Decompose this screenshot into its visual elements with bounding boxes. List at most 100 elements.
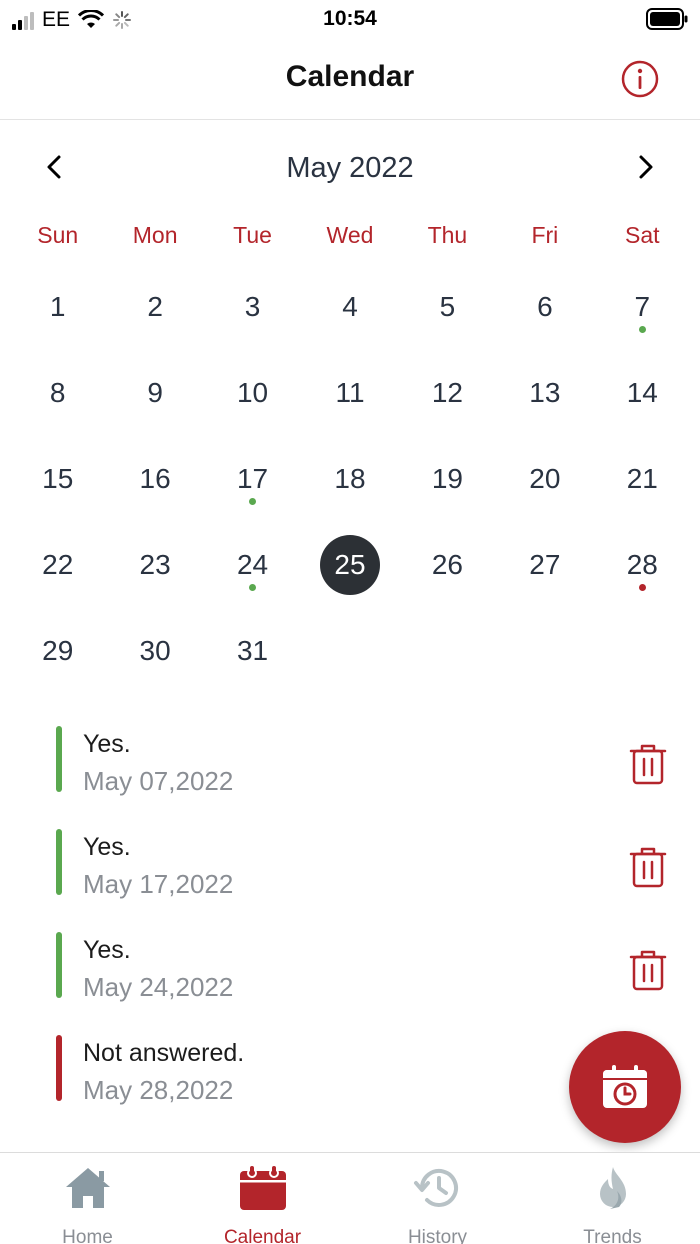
day-number: 24 [236,549,269,580]
calendar-day[interactable]: 3 [204,264,301,350]
entry-title: Yes. [83,833,131,861]
trash-icon[interactable] [628,948,668,992]
info-icon[interactable] [621,60,659,98]
entry-marker-dot [249,498,257,505]
calendar-day[interactable]: 12 [399,350,496,436]
day-number: 5 [439,291,456,322]
weekday-label: Fri [531,222,559,248]
day-number: 11 [335,377,365,408]
entry-marker-dot [638,584,646,591]
calendar-day-selected[interactable]: 25 [301,522,398,608]
day-number: 10 [236,377,269,408]
weekday-label: Sun [37,222,79,248]
calendar-day-grid: 1 2 3 4 5 6 7 8 9 10 11 12 13 14 15 16 17 18 19 20 21 22 23 24 2… [9,264,691,694]
calendar-day[interactable]: 8 [9,350,106,436]
calendar-day[interactable]: 4 [301,264,398,350]
page-title: Calendar [285,60,415,93]
trash-icon[interactable] [628,845,668,889]
entry-title: Not answered. [83,1039,245,1067]
calendar-day[interactable]: 10 [204,350,301,436]
entry-item[interactable]: Yes. May 24,2022 [0,930,700,1033]
entry-status-bar [56,726,62,792]
weekday-header: Sun Mon Tue Wed Thu Fri Sat [9,222,691,249]
calendar-day[interactable]: 9 [106,350,203,436]
calendar-day[interactable]: 17 [204,436,301,522]
calendar-day[interactable]: 7 [594,264,691,350]
calendar-day[interactable]: 16 [106,436,203,522]
day-number: 30 [139,635,171,666]
tab-label: Trends [583,1227,642,1244]
status-bar: EE 10:54 [0,0,700,40]
tab-label: History [407,1227,468,1244]
entry-item[interactable]: Yes. May 07,2022 [0,724,700,827]
tab-home[interactable]: Home [0,1153,175,1244]
day-number: 13 [529,377,561,408]
calendar-day[interactable]: 29 [9,608,106,694]
calendar-day[interactable]: 27 [496,522,593,608]
day-number: 26 [431,549,463,580]
calendar-day[interactable]: 30 [106,608,203,694]
entry-title: Yes. [83,936,131,964]
calendar-day[interactable]: 21 [594,436,691,522]
chevron-right-icon[interactable] [628,150,662,184]
calendar-day[interactable]: 11 [301,350,398,436]
calendar-day[interactable]: 28 [594,522,691,608]
calendar-day[interactable]: 24 [204,522,301,608]
entry-date: May 17,2022 [83,869,234,899]
calendar-day[interactable]: 13 [496,350,593,436]
tab-trends[interactable]: Trends [525,1153,700,1244]
calendar-day[interactable]: 19 [399,436,496,522]
day-number: 27 [529,549,561,580]
day-number: 1 [49,291,66,322]
add-entry-fab[interactable] [569,1031,681,1143]
day-number: 19 [431,463,463,494]
entry-status-bar [56,932,62,998]
home-icon [65,1168,110,1208]
calendar-day[interactable]: 15 [9,436,106,522]
entry-title: Yes. [83,730,131,758]
calendar-day[interactable]: 26 [399,522,496,608]
day-number: 12 [431,377,463,408]
entry-marker-dot [249,584,257,591]
month-label: May 2022 [286,152,414,184]
tab-history[interactable]: History [350,1153,525,1244]
weekday-label: Mon [132,222,178,248]
day-number: 31 [236,635,269,666]
entry-marker-dot [638,326,646,333]
entry-status-bar [56,829,62,895]
calendar-day[interactable]: 18 [301,436,398,522]
flame-icon [599,1167,626,1209]
weekday-label: Thu [427,222,468,248]
calendar-day[interactable]: 31 [204,608,301,694]
calendar-day[interactable]: 20 [496,436,593,522]
tab-calendar[interactable]: Calendar [175,1153,350,1244]
day-number: 16 [139,463,171,494]
calendar-day[interactable]: 2 [106,264,203,350]
calendar-day[interactable]: 23 [106,522,203,608]
entry-item[interactable]: Yes. May 17,2022 [0,827,700,930]
navigation-bar: Calendar [0,40,700,120]
day-number: 21 [626,463,658,494]
tab-label: Home [62,1227,113,1244]
calendar-day[interactable]: 1 [9,264,106,350]
day-number: 22 [42,549,74,580]
entry-date: May 28,2022 [83,1075,234,1105]
history-icon [413,1168,458,1207]
entry-status-bar [56,1035,62,1101]
calendar-day[interactable]: 14 [594,350,691,436]
calendar-screen: EE 10:54 Calendar May 2022 Sun Mon Tue W… [0,0,700,1244]
calendar-clock-icon [603,1065,647,1108]
tab-label: Calendar [223,1227,302,1244]
entry-date: May 07,2022 [83,766,234,796]
entry-date: May 24,2022 [83,972,234,1002]
calendar-day[interactable]: 5 [399,264,496,350]
battery-icon [646,8,688,30]
day-number: 8 [49,377,66,408]
calendar-day[interactable]: 22 [9,522,106,608]
calendar-day[interactable]: 6 [496,264,593,350]
day-number: 18 [334,463,366,494]
trash-icon[interactable] [628,742,668,786]
day-number: 2 [147,291,163,322]
tab-bar: Home Calendar History Trends [0,1152,700,1244]
day-number: 3 [244,291,261,322]
